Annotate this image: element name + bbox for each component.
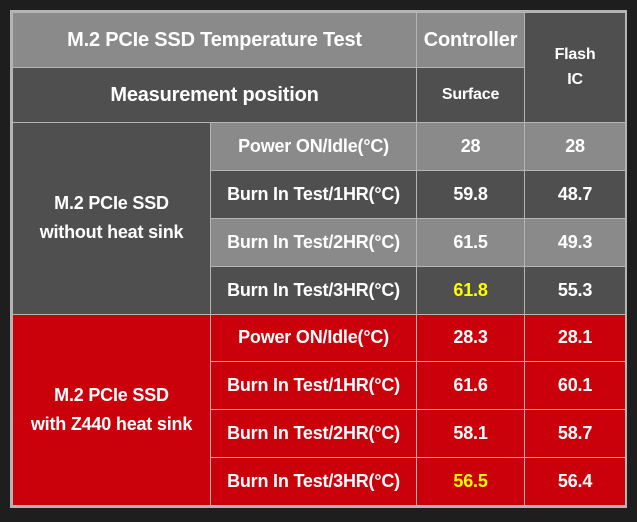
metric-label: Burn In Test/3HR(°C) bbox=[209, 457, 418, 506]
table-row: M.2 PCIe SSD with Z440 heat sink Power ON/… bbox=[12, 313, 627, 506]
group-with-z440-heatsink-label: M.2 PCIe SSD with Z440 heat sink bbox=[12, 313, 211, 506]
group-label-line2: with Z440 heat sink bbox=[30, 413, 193, 434]
controller-surface-value: 59.8 bbox=[416, 169, 526, 219]
metric-label: Burn In Test/1HR(°C) bbox=[209, 361, 418, 411]
flash-ic-value: 60.1 bbox=[524, 361, 627, 411]
flash-ic-value: 56.4 bbox=[524, 457, 627, 506]
metric-label: Burn In Test/2HR(°C) bbox=[209, 217, 418, 267]
column-subheader-surface: Surface bbox=[416, 67, 526, 124]
controller-surface-value: 56.5 bbox=[416, 457, 526, 506]
flash-ic-value: 49.3 bbox=[524, 217, 627, 267]
temperature-table-container: M.2 PCIe SSD Temperature Test Controller F… bbox=[10, 10, 627, 508]
flash-ic-label-line1: Flash bbox=[554, 45, 596, 63]
table-title: M.2 PCIe SSD Temperature Test bbox=[11, 11, 418, 69]
measurement-position-label: Measurement position bbox=[11, 67, 418, 124]
flash-ic-value: 48.7 bbox=[524, 169, 627, 219]
flash-ic-value: 28 bbox=[524, 122, 627, 171]
group-without-heatsink-label: M.2 PCIe SSD without heat sink bbox=[12, 122, 211, 315]
controller-surface-value: 28.3 bbox=[416, 313, 526, 363]
group-label-line1: M.2 PCIe SSD bbox=[54, 193, 169, 214]
metric-label: Burn In Test/1HR(°C) bbox=[209, 169, 418, 219]
group-label-line2: without heat sink bbox=[39, 222, 184, 243]
controller-surface-value: 58.1 bbox=[416, 409, 526, 459]
metric-label: Burn In Test/3HR(°C) bbox=[209, 265, 418, 315]
flash-ic-label-line2: IC bbox=[567, 70, 583, 88]
temperature-test-table: M.2 PCIe SSD Temperature Test Controller F… bbox=[11, 11, 627, 506]
flash-ic-value: 55.3 bbox=[524, 265, 627, 315]
flash-ic-value: 28.1 bbox=[524, 313, 627, 363]
flash-ic-value: 58.7 bbox=[524, 409, 627, 459]
controller-surface-value: 61.5 bbox=[416, 217, 526, 267]
controller-surface-value: 61.8 bbox=[416, 265, 526, 315]
metric-label: Burn In Test/2HR(°C) bbox=[209, 409, 418, 459]
controller-surface-value: 28 bbox=[416, 122, 526, 171]
group-label-line1: M.2 PCIe SSD bbox=[54, 384, 169, 405]
controller-surface-value: 61.6 bbox=[416, 361, 526, 411]
metric-label: Power ON/Idle(°C) bbox=[209, 313, 418, 363]
table-row: M.2 PCIe SSD without heat sink Power ON/Id… bbox=[12, 122, 627, 315]
table-header-row-primary: M.2 PCIe SSD Temperature Test Controller F… bbox=[11, 11, 627, 124]
column-header-controller: Controller bbox=[416, 11, 526, 69]
metric-label: Power ON/Idle(°C) bbox=[209, 122, 418, 171]
column-header-flash-ic: Flash IC bbox=[524, 11, 627, 124]
